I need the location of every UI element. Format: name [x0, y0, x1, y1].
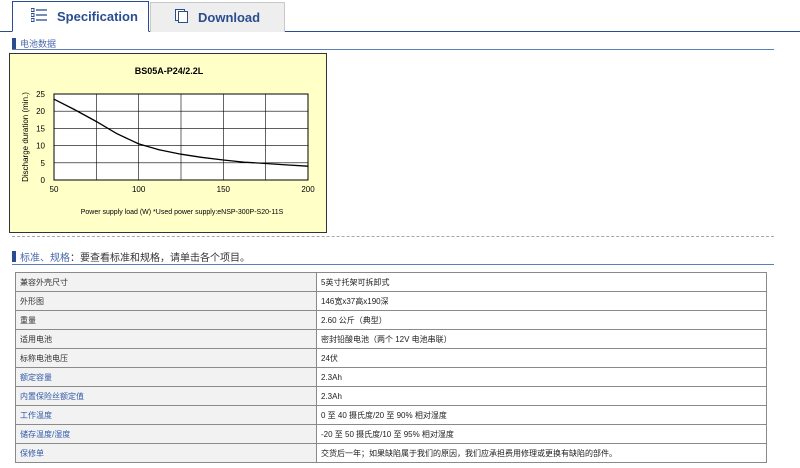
data-point	[95, 120, 97, 123]
x-tick-label: 200	[301, 185, 315, 194]
chart-title: BS05A-P24/2.2L	[135, 66, 204, 76]
tab-bar: Specification Download	[0, 0, 800, 32]
spec-key[interactable]: 额定容量	[15, 367, 317, 387]
data-point	[73, 108, 75, 111]
spec-key: 兼容外壳尺寸	[15, 272, 317, 292]
data-point	[285, 164, 287, 166]
data-point	[158, 149, 160, 151]
specs-title: 标准、规格	[20, 253, 70, 264]
spec-key[interactable]: 保修单	[15, 443, 317, 463]
data-point	[138, 143, 140, 145]
spec-key: 重量	[15, 310, 317, 330]
table-row: 工作温度 0 至 40 摄氏度/20 至 90% 相对湿度	[15, 405, 767, 425]
spec-value: 24伏	[316, 348, 767, 368]
x-tick-label: 50	[50, 185, 59, 194]
battery-data-heading: 电池数据	[12, 38, 774, 50]
specs-heading: 标准、规格 ：要查看标准和规格，请单击各个项目。	[12, 249, 774, 265]
table-row: 标称电池电压 24伏	[15, 348, 767, 368]
heading-marker	[12, 38, 16, 49]
spec-value: 2.3Ah	[316, 367, 767, 387]
spec-key: 适用电池	[15, 329, 317, 349]
spec-value: 5英寸托架可拆卸式	[316, 272, 767, 292]
y-tick-label: 20	[36, 107, 45, 116]
y-axis-label: Discharge duration (min.)	[21, 92, 30, 182]
y-tick-label: 0	[41, 176, 46, 185]
spec-key[interactable]: 内置保险丝额定值	[15, 386, 317, 406]
y-tick-label: 10	[36, 142, 45, 151]
spec-value: 2.60 公斤（典型）	[316, 310, 767, 330]
spec-table: 兼容外壳尺寸 5英寸托架可拆卸式 外形图 146宽x37高x190深 重量 2.60 公斤…	[15, 272, 767, 463]
table-row: 额定容量 2.3Ah	[15, 367, 767, 387]
data-point	[116, 132, 118, 135]
table-row: 内置保险丝额定值 2.3Ah	[15, 386, 767, 406]
discharge-chart: 50 100 150 200 0 5 10 15 20 25 BS05A-P24/2.2L Power…	[9, 53, 327, 233]
table-row: 外形图 146宽x37高x190深	[15, 291, 767, 311]
data-point	[200, 156, 202, 158]
spec-value: 密封铅酸电池（两个 12V 电池串联）	[316, 329, 767, 349]
table-row: 适用电池 密封铅酸电池（两个 12V 电池串联）	[15, 329, 767, 349]
spec-key[interactable]: 储存温度/湿度	[15, 424, 317, 444]
spec-key: 标称电池电压	[15, 348, 317, 368]
spec-value: 0 至 40 摄氏度/20 至 90% 相对湿度	[316, 405, 767, 425]
data-point	[222, 159, 224, 161]
y-tick-label: 15	[36, 124, 45, 133]
data-point	[53, 98, 55, 100]
table-row: 储存温度/湿度 -20 至 50 摄氏度/10 至 95% 相对湿度	[15, 424, 767, 444]
heading-marker	[12, 251, 16, 262]
data-point	[243, 161, 245, 163]
section-divider	[12, 236, 774, 237]
discharge-chart-svg: 50 100 150 200 0 5 10 15 20 25 BS05A-P24/2.2L Power…	[21, 66, 315, 216]
tab-specification[interactable]: Specification	[12, 1, 149, 32]
spec-key: 外形图	[15, 291, 317, 311]
x-axis-label: Power supply load (W) *Used power supply…	[81, 209, 284, 216]
specs-subtitle: ：要查看标准和规格，请单击各个项目。	[70, 253, 250, 264]
spec-value: 2.3Ah	[316, 386, 767, 406]
tab-download-label: Download	[198, 10, 261, 25]
spec-value: -20 至 50 摄氏度/10 至 95% 相对湿度	[316, 424, 767, 444]
x-tick-label: 100	[132, 185, 146, 194]
battery-data-title: 电池数据	[20, 39, 57, 49]
spec-key[interactable]: 工作温度	[15, 405, 317, 425]
spec-value: 146宽x37高x190深	[316, 291, 767, 311]
data-point	[180, 153, 182, 155]
table-row: 保修单 交货后一年；如果缺陷属于我们的原因，我们应承担费用修理或更换有缺陷的部件。	[15, 443, 767, 463]
data-point	[265, 162, 267, 165]
table-row: 兼容外壳尺寸 5英寸托架可拆卸式	[15, 272, 767, 292]
tab-download[interactable]: Download	[150, 2, 285, 32]
y-tick-label: 25	[36, 90, 45, 99]
spec-value: 交货后一年；如果缺陷属于我们的原因，我们应承担费用修理或更换有缺陷的部件。	[316, 443, 767, 463]
x-tick-label: 150	[217, 185, 231, 194]
data-point	[307, 165, 309, 167]
y-tick-label: 5	[41, 159, 46, 168]
list-icon	[30, 8, 47, 25]
tab-specification-label: Specification	[57, 9, 138, 24]
document-icon	[175, 9, 188, 26]
table-row: 重量 2.60 公斤（典型）	[15, 310, 767, 330]
